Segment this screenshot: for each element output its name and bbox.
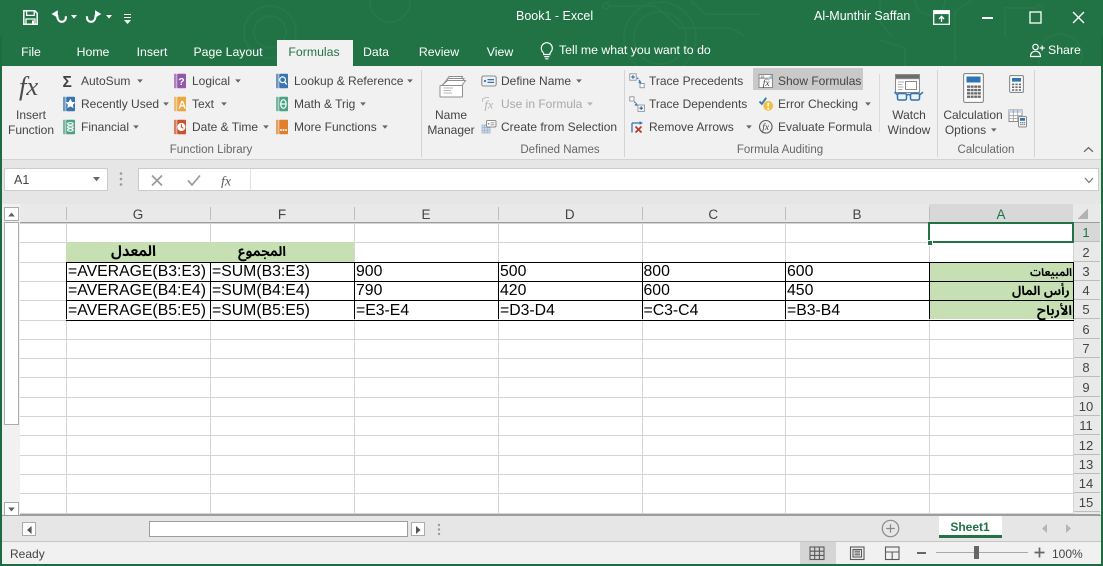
svg-text:A: A xyxy=(178,100,186,112)
svg-text:15: 15 xyxy=(760,75,764,79)
svg-text:fx: fx xyxy=(762,122,770,133)
svg-text:Σ: Σ xyxy=(63,74,72,89)
svg-text:fx: fx xyxy=(221,175,232,189)
svg-text:?: ? xyxy=(178,76,184,88)
svg-text:fx: fx xyxy=(19,71,38,101)
svg-text:fx: fx xyxy=(485,98,494,112)
